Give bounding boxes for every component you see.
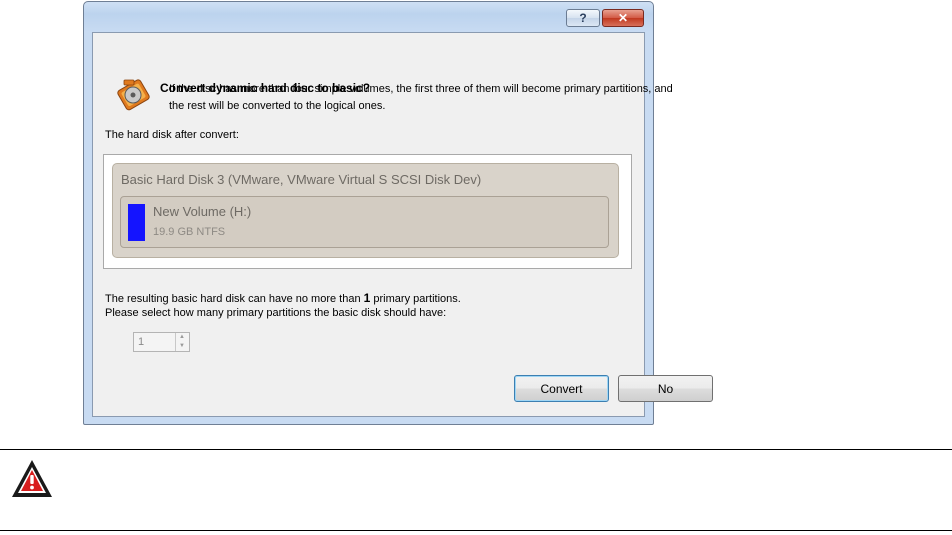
select-partitions-text: Please select how many primary partition… <box>105 307 447 319</box>
dialog-description: If the disc has more than four simple vo… <box>169 83 673 112</box>
volume-size: 19.9 GB NTFS <box>153 226 226 238</box>
convert-button[interactable]: Convert <box>514 375 609 402</box>
warning-icon <box>12 460 52 497</box>
limit-suffix: primary partitions. <box>373 293 461 305</box>
after-convert-label: The hard disk after convert: <box>105 129 239 141</box>
disk-convert-icon <box>117 79 150 111</box>
help-icon: ? <box>579 11 587 25</box>
limit-prefix: The resulting basic hard disk can have n… <box>105 293 361 305</box>
volume-color-swatch <box>128 204 145 241</box>
close-icon: ✕ <box>617 11 629 25</box>
convert-dialog: ? ✕ Convert dynamic hard disc to basic? … <box>83 1 713 425</box>
help-button[interactable]: ? <box>566 9 600 27</box>
disk-item: Basic Hard Disk 3 (VMware, VMware Virtua… <box>112 163 619 258</box>
disk-name: Basic Hard Disk 3 (VMware, VMware Virtua… <box>121 172 482 187</box>
divider-bottom <box>0 530 952 531</box>
no-button[interactable]: No <box>618 375 713 402</box>
disk-preview-panel: Basic Hard Disk 3 (VMware, VMware Virtua… <box>103 154 632 269</box>
spinner-value: 1 <box>138 336 145 348</box>
spinner-arrows: ▲ ▼ <box>175 333 189 351</box>
partition-limit-text: The resulting basic hard disk can have n… <box>105 291 461 305</box>
divider-top <box>0 449 952 450</box>
close-button[interactable]: ✕ <box>602 9 644 27</box>
primary-partitions-spinner[interactable]: 1 ▲ ▼ <box>133 332 190 352</box>
spinner-up-icon[interactable]: ▲ <box>176 333 188 342</box>
limit-value: 1 <box>363 291 371 305</box>
volume-item: New Volume (H:) 19.9 GB NTFS <box>120 196 609 248</box>
spinner-down-icon[interactable]: ▼ <box>176 342 188 351</box>
volume-name: New Volume (H:) <box>153 204 252 219</box>
